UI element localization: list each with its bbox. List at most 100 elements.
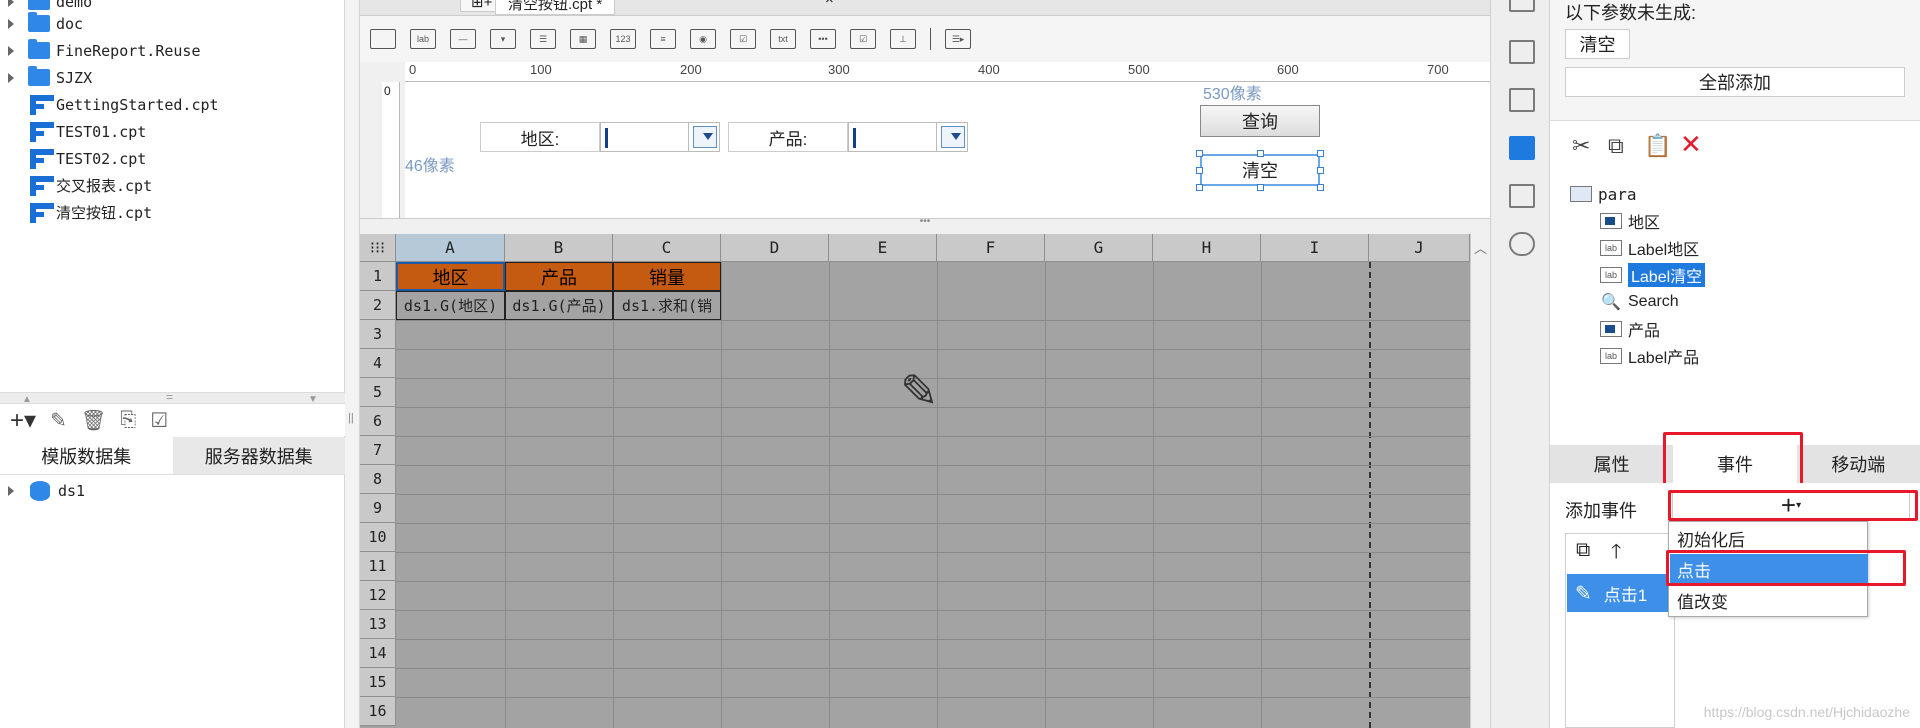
tab-template-dataset[interactable]: 模版数据集 [0,437,173,475]
tree-widget-icon[interactable]: ⊥ [890,29,916,49]
textarea-widget-icon[interactable]: ≡ [650,29,676,49]
tab-server-dataset[interactable]: 服务器数据集 [172,437,345,475]
row-header[interactable]: 5 [360,378,396,407]
row-header[interactable]: 16 [360,697,396,726]
label-widget-icon[interactable]: lab [410,29,436,49]
spreadsheet-grid[interactable]: ⁝⁝⁝ A B C D E F G H I J 1 2 3 4 5 6 7 8 … [360,234,1470,728]
date-widget-icon[interactable]: ▦ [570,29,596,49]
row-header[interactable]: 13 [360,610,396,639]
frame-icon[interactable] [1509,88,1535,112]
cell-B2[interactable]: ds1.G(产品) [505,291,613,320]
left-panel-splitter[interactable]: ▲ = ▼ [0,390,345,405]
dropdown-item[interactable]: 初始化后 [1670,523,1868,553]
checkbox-group-icon[interactable]: ☑ [730,29,756,49]
resize-handle[interactable] [1196,184,1203,191]
dataset-detail-icon[interactable]: ☑ [150,408,168,433]
row-header[interactable]: 15 [360,668,396,697]
dropdown-arrow-icon[interactable] [693,126,717,148]
expand-arrow-icon[interactable] [8,485,14,496]
column-header[interactable]: I [1261,234,1369,262]
column-header[interactable]: F [937,234,1045,262]
cell-A2[interactable]: ds1.G(地区) [396,291,505,320]
tree-node-widget[interactable]: 产品 [1600,316,1660,342]
column-header[interactable]: C [613,234,721,262]
tree-node-widget[interactable]: lab Label地区 [1600,235,1699,261]
tree-item-file[interactable]: TEST02.cpt [0,145,146,172]
row-header[interactable]: 4 [360,349,396,378]
tree-item-file[interactable]: GettingStarted.cpt [0,91,219,118]
column-header[interactable]: D [721,234,829,262]
tree-node-widget[interactable]: 🔍 Search [1600,289,1679,315]
row-header[interactable]: 2 [360,291,396,320]
row-header[interactable]: 6 [360,407,396,436]
select-all-corner[interactable]: ⁝⁝⁝ [360,234,396,262]
row-header[interactable]: 11 [360,552,396,581]
number-widget-icon[interactable]: 123 [610,29,636,49]
expand-arrow-icon[interactable] [8,0,14,7]
resize-handle[interactable] [1317,184,1324,191]
scroll-up-icon[interactable]: ︿ [1474,238,1487,257]
resize-handle[interactable] [1317,150,1324,157]
button-widget-icon[interactable] [370,29,396,49]
splitter-grip-icon[interactable]: ••• [920,216,931,227]
column-header[interactable]: J [1369,234,1470,262]
query-button[interactable]: 查询 [1200,105,1320,137]
vertical-splitter[interactable]: || [345,0,360,728]
tree-item-folder[interactable]: doc [0,10,83,37]
row-header[interactable]: 7 [360,436,396,465]
cell-attribute-icon[interactable] [1509,184,1535,208]
copy-event-icon[interactable]: ⧉ [1576,539,1590,562]
dropdown-item[interactable]: 值改变 [1670,585,1868,615]
delete-icon[interactable]: 🗑 [81,408,106,433]
row-header[interactable]: 8 [360,465,396,494]
column-header[interactable]: H [1153,234,1261,262]
resize-handle[interactable] [1257,150,1264,157]
tree-item-file[interactable]: TEST01.cpt [0,118,146,145]
row-header[interactable]: 14 [360,639,396,668]
product-combobox-dropdown[interactable] [936,122,968,152]
close-tab-icon[interactable]: × [825,0,834,8]
widget-library-icon[interactable] [1509,40,1535,64]
splitter-grip-icon[interactable]: || [348,412,354,424]
tree-item-folder[interactable]: FineReport.Reuse [0,37,201,64]
expand-arrow-icon[interactable] [8,45,14,56]
layout-icon[interactable] [1509,0,1535,12]
text-widget-icon[interactable]: — [450,29,476,49]
splitter-grip-icon[interactable]: = [166,390,173,404]
column-header[interactable]: E [829,234,937,262]
cell-C2[interactable]: ds1.求和(销 [613,291,721,320]
clear-button[interactable]: 清空 [1200,154,1320,186]
tree-node-widget[interactable]: lab Label产品 [1600,343,1699,369]
region-combobox-dropdown[interactable] [688,122,720,152]
add-all-button[interactable]: 全部添加 [1565,67,1905,97]
cell-C1[interactable]: 销量 [613,262,721,291]
dropdown-arrow-icon[interactable] [941,126,965,148]
event-item[interactable]: ✎ 点击1 [1567,574,1675,612]
tree-item-file[interactable]: 清空按钮.cpt [0,199,152,226]
tab-attributes[interactable]: 属性 [1550,445,1673,483]
preview-icon[interactable]: ⎘ [120,409,136,432]
column-header[interactable]: G [1045,234,1153,262]
label-region[interactable]: 地区: [480,122,600,152]
combo-widget-icon[interactable]: ▾ [490,29,516,49]
radio-group-icon[interactable]: ◉ [690,29,716,49]
edit-icon[interactable]: ✎ [50,408,67,433]
row-header[interactable]: 9 [360,494,396,523]
resize-handle[interactable] [1257,184,1264,191]
delete-icon[interactable]: ✕ [1680,129,1702,160]
resize-handle[interactable] [1317,167,1324,174]
dataset-item[interactable]: ds1 [0,477,85,504]
cut-icon[interactable]: ✂ [1572,133,1590,159]
horizontal-splitter[interactable]: ••• [360,216,1490,228]
checkbox-widget-icon[interactable]: ☑ [850,29,876,49]
row-header[interactable]: 3 [360,320,396,349]
column-header[interactable]: B [505,234,613,262]
widget-settings-icon[interactable] [1509,136,1535,160]
expand-arrow-icon[interactable] [8,18,14,29]
tree-item-folder[interactable]: SJZX [0,64,92,91]
move-up-icon[interactable]: 🡑 [1611,537,1621,571]
list-widget-icon[interactable]: ☰ [530,29,556,49]
hyperlink-icon[interactable] [1509,232,1535,256]
copy-icon[interactable]: ⧉ [1608,133,1624,159]
vertical-scrollbar[interactable]: ︿ [1470,234,1490,728]
